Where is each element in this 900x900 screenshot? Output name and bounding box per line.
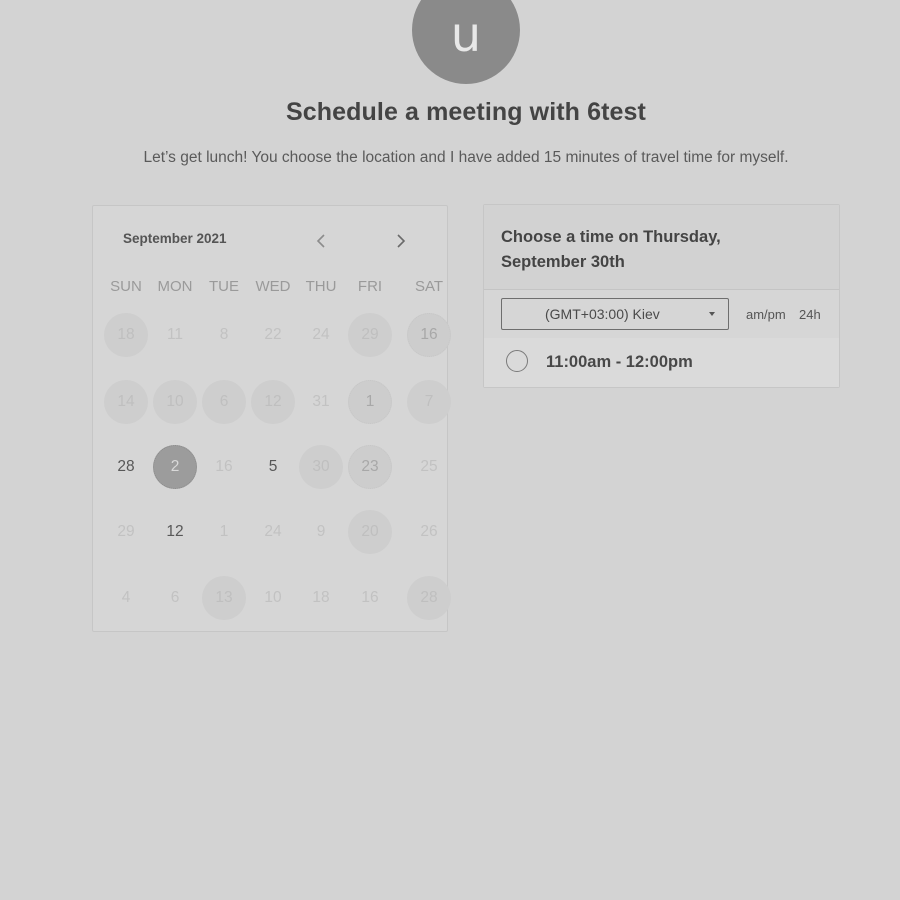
- calendar-day: 16: [215, 458, 233, 475]
- page-title: Schedule a meeting with 6test: [286, 98, 646, 126]
- weekday-sun: SUN: [110, 278, 142, 295]
- calendar-day: 8: [219, 326, 229, 343]
- meeting-description: Let’s get lunch! You choose the location…: [143, 149, 789, 166]
- radio-button[interactable]: [506, 350, 528, 372]
- weekday-fri: FRI: [357, 278, 383, 295]
- calendar-day[interactable]: 5: [251, 445, 295, 489]
- calendar-day: 18: [312, 589, 330, 606]
- timezone-value: (GMT+03:00) Kiev: [545, 306, 660, 322]
- calendar-day[interactable]: 28: [104, 445, 148, 489]
- calendar-day[interactable]: 12: [251, 380, 295, 424]
- calendar-day: 9: [316, 523, 326, 540]
- chevron-left-icon: [316, 234, 325, 248]
- avatar-letter: u: [450, 7, 482, 63]
- calendar-day[interactable]: 10: [153, 380, 197, 424]
- calendar-day[interactable]: 6: [202, 380, 246, 424]
- calendar-day[interactable]: 14: [104, 380, 148, 424]
- calendar-month-label: September 2021: [123, 231, 227, 246]
- time-picker-panel: Choose a time on Thursday, September 30t…: [483, 204, 840, 388]
- calendar-day[interactable]: 23: [348, 445, 392, 489]
- calendar-day: 1: [219, 523, 229, 540]
- caret-down-icon: [709, 312, 715, 316]
- selected-date-heading: Choose a time on Thursday, September 30t…: [501, 228, 721, 271]
- calendar-day[interactable]: 1: [348, 380, 392, 424]
- calendar-panel: September 2021 SUN MON TUE WED THU FRI SAT 18 1…: [92, 205, 451, 632]
- calendar-day[interactable]: 16: [407, 313, 451, 357]
- calendar-day[interactable]: 13: [202, 576, 246, 620]
- calendar-day: 25: [420, 458, 438, 475]
- timezone-select[interactable]: (GMT+03:00) Kiev: [501, 298, 729, 330]
- calendar-day: 24: [312, 326, 330, 343]
- calendar-day[interactable]: 20: [348, 510, 392, 554]
- weekday-wed: WED: [255, 278, 291, 295]
- time-slot-label: 11:00am - 12:00pm: [546, 353, 693, 371]
- previous-month-button[interactable]: [311, 230, 331, 252]
- calendar-day: 10: [264, 589, 282, 606]
- weekday-tue: TUE: [209, 278, 239, 295]
- calendar-day[interactable]: 7: [407, 380, 451, 424]
- next-month-button[interactable]: [391, 230, 411, 252]
- weekday-sat: SAT: [414, 278, 444, 295]
- calendar-day: 22: [264, 326, 282, 343]
- host-avatar: u: [412, 0, 520, 84]
- ampm-format-toggle[interactable]: am/pm: [746, 307, 786, 322]
- calendar-day: 16: [361, 589, 379, 606]
- 24h-format-toggle[interactable]: 24h: [799, 307, 821, 322]
- time-slot-option[interactable]: 11:00am - 12:00pm: [484, 338, 839, 387]
- calendar-day: 11: [166, 326, 184, 343]
- calendar-day[interactable]: 29: [348, 313, 392, 357]
- chevron-right-icon: [397, 234, 406, 248]
- time-picker-header: Choose a time on Thursday, September 30t…: [484, 205, 839, 290]
- calendar-day: 26: [420, 523, 438, 540]
- calendar-day[interactable]: 30: [299, 445, 343, 489]
- calendar-day: 31: [312, 393, 330, 410]
- weekday-mon: MON: [157, 278, 193, 295]
- calendar-day: 4: [121, 589, 131, 606]
- calendar-day: 29: [117, 523, 135, 540]
- calendar-day-selected[interactable]: 2: [153, 445, 197, 489]
- calendar-day[interactable]: 18: [104, 313, 148, 357]
- calendar-day: 6: [170, 589, 180, 606]
- calendar-day[interactable]: 28: [407, 576, 451, 620]
- weekday-thu: THU: [305, 278, 337, 295]
- calendar-day[interactable]: 12: [153, 510, 197, 554]
- calendar-day: 24: [264, 523, 282, 540]
